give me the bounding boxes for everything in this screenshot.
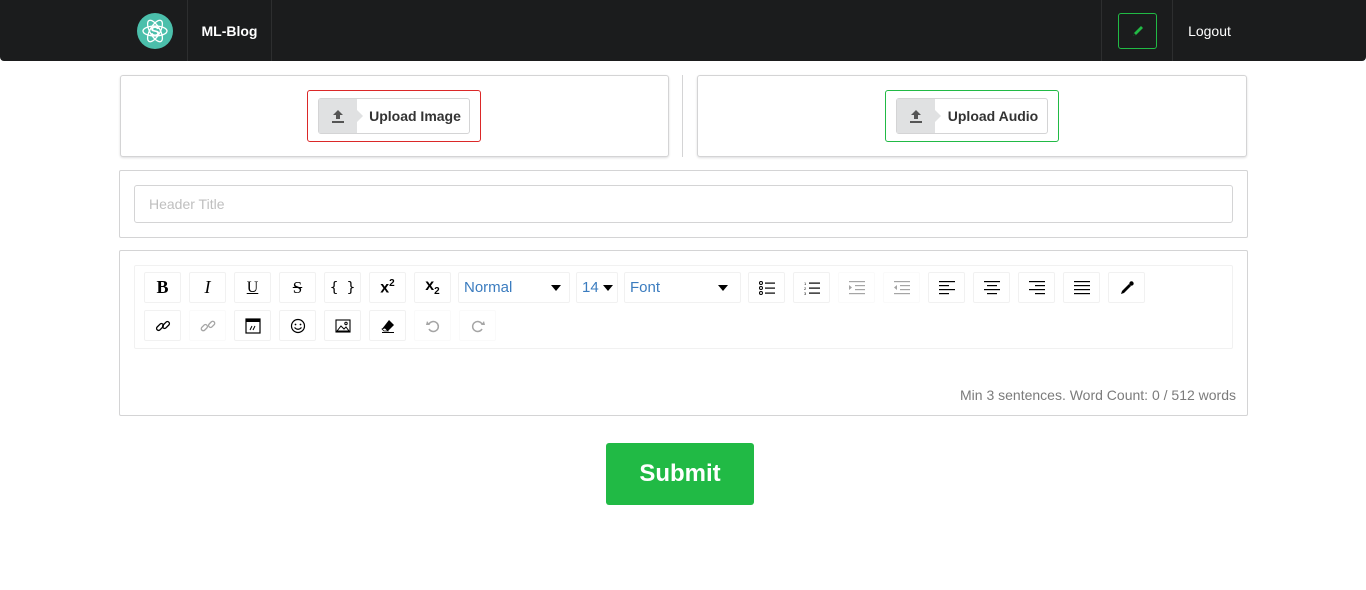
- subscript-icon: x2: [425, 277, 440, 298]
- indent-button[interactable]: [838, 272, 875, 303]
- submit-button[interactable]: Submit: [606, 443, 754, 505]
- redo-button[interactable]: [459, 310, 496, 341]
- top-navbar: S ML-Blog Logout: [0, 0, 1366, 61]
- upload-audio-segment: Upload Audio: [697, 75, 1247, 157]
- unordered-list-button[interactable]: [748, 272, 785, 303]
- brand-label: ML-Blog: [201, 22, 258, 39]
- strikethrough-button[interactable]: S: [279, 272, 316, 303]
- embed-button[interactable]: [234, 310, 271, 341]
- bullet-list-icon: [758, 280, 775, 295]
- font-family-dropdown[interactable]: Font: [624, 272, 741, 303]
- eyedropper-icon: [1120, 280, 1134, 294]
- italic-icon: I: [204, 277, 211, 297]
- upload-image-wrapper: Upload Image: [307, 90, 481, 142]
- upload-audio-label: Upload Audio: [947, 108, 1039, 124]
- logout-label: Logout: [1188, 22, 1231, 39]
- undo-icon: [425, 320, 439, 332]
- word-count-text: Min 3 sentences. Word Count: 0 / 512 wor…: [960, 387, 1236, 403]
- underline-button[interactable]: U: [234, 272, 271, 303]
- justify-button[interactable]: [1063, 272, 1100, 303]
- undo-button[interactable]: [414, 310, 451, 341]
- caret-down-icon: [718, 285, 728, 291]
- ordered-list-button[interactable]: 123: [793, 272, 830, 303]
- outdent-icon: [893, 280, 910, 294]
- svg-text:3: 3: [804, 291, 807, 295]
- underline-icon: U: [246, 278, 259, 296]
- image-button[interactable]: [324, 310, 361, 341]
- upload-image-button[interactable]: Upload Image: [318, 98, 470, 134]
- link-button[interactable]: [144, 310, 181, 341]
- superscript-button[interactable]: x2: [369, 272, 406, 303]
- svg-text:S: S: [150, 23, 159, 39]
- clear-format-button[interactable]: [369, 310, 406, 341]
- block-type-dropdown[interactable]: Normal: [458, 272, 570, 303]
- new-post-button[interactable]: [1118, 12, 1157, 49]
- caret-down-icon: [603, 285, 613, 291]
- editor-toolbar: B I U S { } x2 x2 Normal 14 Font 123: [134, 265, 1233, 349]
- outdent-button[interactable]: [883, 272, 920, 303]
- superscript-icon: x2: [380, 277, 395, 297]
- link-icon: [155, 320, 170, 331]
- pencil-icon: [1132, 25, 1143, 36]
- align-right-icon: [1028, 280, 1045, 294]
- indent-icon: [848, 280, 865, 294]
- vertical-divider: [682, 75, 683, 157]
- justify-icon: [1073, 280, 1090, 294]
- brand-link[interactable]: ML-Blog: [187, 0, 272, 61]
- logout-link[interactable]: Logout: [1172, 0, 1246, 61]
- align-center-icon: [983, 280, 1000, 294]
- upload-image-label: Upload Image: [369, 108, 461, 124]
- braces-icon: { }: [329, 279, 356, 296]
- font-family-value: Font: [630, 279, 661, 296]
- bold-icon: B: [156, 277, 169, 297]
- smiley-icon: [290, 318, 305, 333]
- code-button[interactable]: { }: [324, 272, 361, 303]
- edit-nav-item: [1101, 0, 1173, 61]
- align-center-button[interactable]: [973, 272, 1010, 303]
- bold-button[interactable]: B: [144, 272, 181, 303]
- embed-icon: [244, 317, 261, 334]
- logo-item[interactable]: S: [121, 0, 188, 61]
- caret-down-icon: [551, 285, 561, 291]
- eraser-icon: [380, 319, 394, 333]
- strikethrough-icon: S: [292, 277, 303, 297]
- header-title-input[interactable]: [134, 185, 1233, 223]
- color-picker-button[interactable]: [1108, 272, 1145, 303]
- upload-icon: [319, 99, 363, 133]
- italic-button[interactable]: I: [189, 272, 226, 303]
- upload-image-segment: Upload Image: [120, 75, 669, 157]
- rich-text-editor: B I U S { } x2 x2 Normal 14 Font 123 Min…: [119, 250, 1248, 416]
- align-right-button[interactable]: [1018, 272, 1055, 303]
- block-type-value: Normal: [464, 279, 513, 296]
- align-left-button[interactable]: [928, 272, 965, 303]
- unlink-button[interactable]: [189, 310, 226, 341]
- subscript-button[interactable]: x2: [414, 272, 451, 303]
- upload-icon: [897, 99, 941, 133]
- numbered-list-icon: 123: [804, 281, 820, 295]
- font-size-value: 14: [582, 279, 599, 296]
- redo-icon: [471, 320, 485, 332]
- upload-audio-button[interactable]: Upload Audio: [896, 98, 1048, 134]
- upload-audio-wrapper: Upload Audio: [885, 90, 1059, 142]
- font-size-dropdown[interactable]: 14: [576, 272, 618, 303]
- unlink-icon: [200, 320, 215, 331]
- title-segment: [119, 170, 1248, 238]
- atom-logo-icon: S: [136, 12, 173, 49]
- align-left-icon: [938, 280, 955, 294]
- emoji-button[interactable]: [279, 310, 316, 341]
- image-icon: [334, 318, 351, 333]
